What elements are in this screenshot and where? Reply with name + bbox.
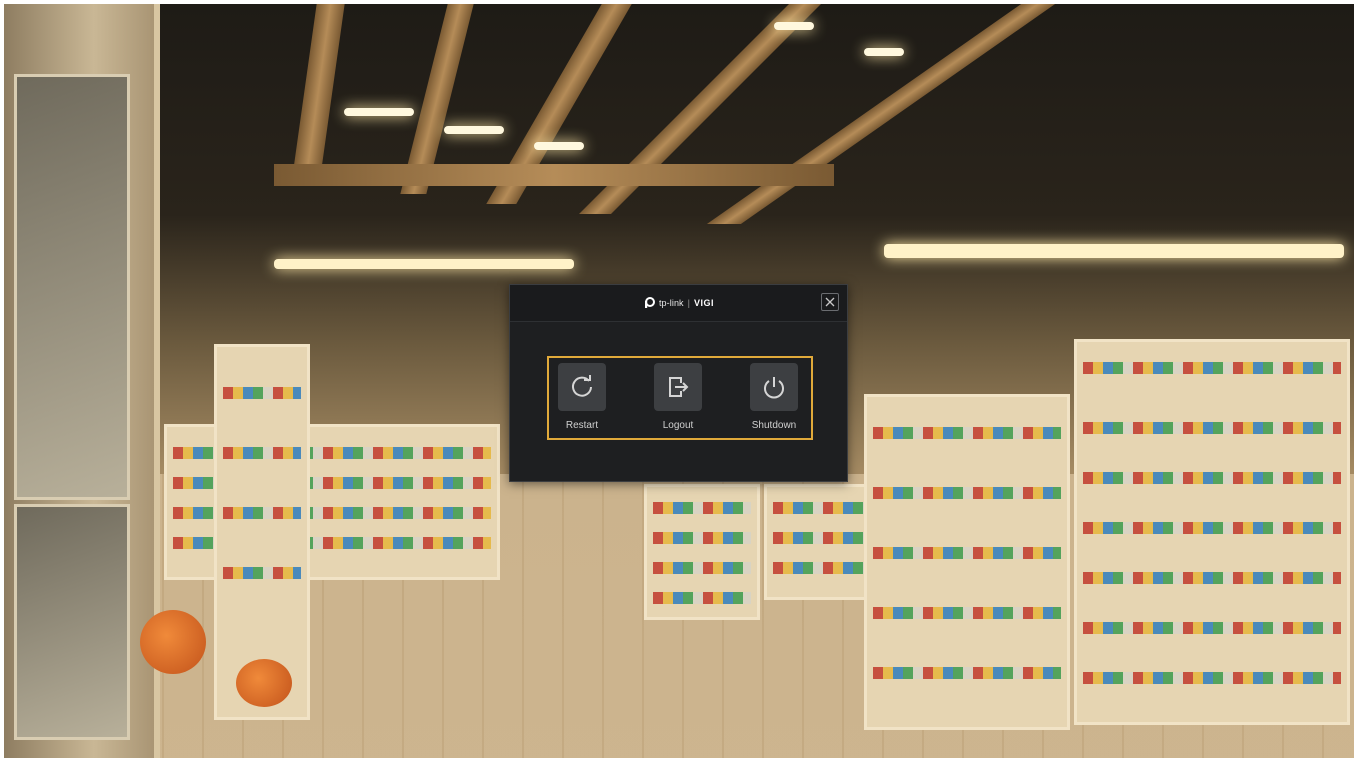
ceiling-beam bbox=[274, 164, 834, 186]
ceiling-beam bbox=[291, 4, 345, 184]
ceiling-light bbox=[864, 48, 904, 56]
ceiling-light bbox=[344, 108, 414, 116]
brand-name: tp-link bbox=[658, 298, 684, 308]
window bbox=[14, 504, 130, 740]
tp-link-logo-icon bbox=[644, 297, 655, 308]
shutdown-button[interactable]: Shutdown bbox=[744, 363, 804, 438]
logout-label: Logout bbox=[662, 420, 694, 431]
shelf bbox=[864, 394, 1070, 730]
power-options-dialog: tp-link | VIGI Restart Logout Shutdown bbox=[509, 284, 848, 482]
wall-light bbox=[274, 259, 574, 269]
restart-tile[interactable] bbox=[558, 363, 606, 411]
pumpkin bbox=[140, 610, 206, 674]
close-icon bbox=[825, 297, 835, 307]
brand-product: VIGI bbox=[694, 298, 715, 308]
pumpkin bbox=[236, 659, 292, 707]
brand-logo: tp-link | VIGI bbox=[643, 297, 714, 309]
power-actions-group: Restart Logout Shutdown bbox=[547, 356, 813, 440]
ceiling-light bbox=[534, 142, 584, 150]
shelf bbox=[1074, 339, 1350, 725]
restart-button[interactable]: Restart bbox=[552, 363, 612, 438]
restart-label: Restart bbox=[565, 420, 599, 431]
shutdown-tile[interactable] bbox=[750, 363, 798, 411]
logout-button[interactable]: Logout bbox=[648, 363, 708, 438]
shutdown-label: Shutdown bbox=[751, 420, 797, 431]
shelf bbox=[644, 484, 760, 620]
window bbox=[14, 74, 130, 500]
brand-separator: | bbox=[687, 298, 691, 308]
ceiling-light bbox=[774, 22, 814, 30]
restart-icon bbox=[572, 375, 592, 397]
logout-tile[interactable] bbox=[654, 363, 702, 411]
logout-icon bbox=[669, 377, 689, 397]
dialog-header: tp-link | VIGI bbox=[510, 285, 847, 322]
wall-light bbox=[884, 244, 1344, 258]
close-button[interactable] bbox=[821, 293, 839, 311]
power-icon bbox=[764, 377, 784, 399]
ceiling-light bbox=[444, 126, 504, 134]
